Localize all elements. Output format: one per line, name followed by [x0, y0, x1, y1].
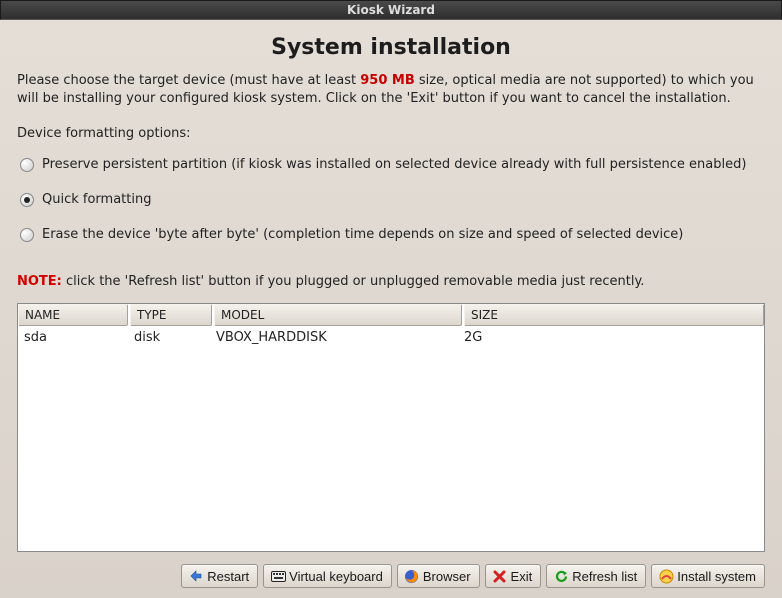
- note-text: click the 'Refresh list' button if you p…: [62, 274, 645, 289]
- note-prefix: NOTE:: [17, 274, 62, 289]
- th-model[interactable]: MODEL: [214, 304, 462, 326]
- table-row[interactable]: sda disk VBOX_HARDDISK 2G: [18, 326, 764, 349]
- radio-icon: [20, 228, 34, 242]
- refresh-icon: [553, 568, 569, 584]
- restart-button[interactable]: Restart: [181, 564, 258, 588]
- firefox-icon: [404, 568, 420, 584]
- th-size[interactable]: SIZE: [464, 304, 764, 326]
- intro-text: Please choose the target device (must ha…: [17, 72, 765, 108]
- radio-erase-label: Erase the device 'byte after byte' (comp…: [42, 227, 683, 242]
- radio-preserve-label: Preserve persistent partition (if kiosk …: [42, 157, 746, 172]
- cell-size: 2G: [458, 328, 764, 347]
- install-label: Install system: [677, 569, 756, 584]
- back-arrow-icon: [188, 568, 204, 584]
- keyboard-icon: [270, 568, 286, 584]
- radio-icon: [20, 193, 34, 207]
- table-header: NAME TYPE MODEL SIZE: [18, 304, 764, 326]
- page-title: System installation: [17, 35, 765, 60]
- exit-button[interactable]: Exit: [485, 564, 542, 588]
- radio-preserve[interactable]: Preserve persistent partition (if kiosk …: [20, 157, 765, 172]
- window-titlebar: Kiosk Wizard: [0, 0, 782, 20]
- radio-quick-label: Quick formatting: [42, 192, 151, 207]
- window-body: System installation Please choose the ta…: [0, 20, 782, 598]
- device-table: NAME TYPE MODEL SIZE sda disk VBOX_HARDD…: [17, 303, 765, 552]
- th-name[interactable]: NAME: [18, 304, 128, 326]
- toolbar: Restart Virtual keyboard Browser Exit Re…: [17, 564, 765, 588]
- radio-icon: [20, 158, 34, 172]
- browser-label: Browser: [423, 569, 471, 584]
- refresh-button[interactable]: Refresh list: [546, 564, 646, 588]
- refresh-label: Refresh list: [572, 569, 637, 584]
- cell-model: VBOX_HARDDISK: [210, 328, 458, 347]
- formatting-options-label: Device formatting options:: [17, 126, 765, 141]
- cell-name: sda: [18, 328, 128, 347]
- radio-erase[interactable]: Erase the device 'byte after byte' (comp…: [20, 227, 765, 242]
- th-type[interactable]: TYPE: [130, 304, 212, 326]
- restart-label: Restart: [207, 569, 249, 584]
- virtual-keyboard-button[interactable]: Virtual keyboard: [263, 564, 392, 588]
- cell-type: disk: [128, 328, 210, 347]
- close-icon: [492, 568, 508, 584]
- radio-quick[interactable]: Quick formatting: [20, 192, 765, 207]
- vkeyboard-label: Virtual keyboard: [289, 569, 383, 584]
- intro-size: 950 MB: [360, 73, 415, 88]
- exit-label: Exit: [511, 569, 533, 584]
- table-body: sda disk VBOX_HARDDISK 2G: [18, 326, 764, 551]
- install-button[interactable]: Install system: [651, 564, 765, 588]
- browser-button[interactable]: Browser: [397, 564, 480, 588]
- note-line: NOTE: click the 'Refresh list' button if…: [17, 274, 765, 289]
- intro-before: Please choose the target device (must ha…: [17, 73, 360, 88]
- install-icon: [658, 568, 674, 584]
